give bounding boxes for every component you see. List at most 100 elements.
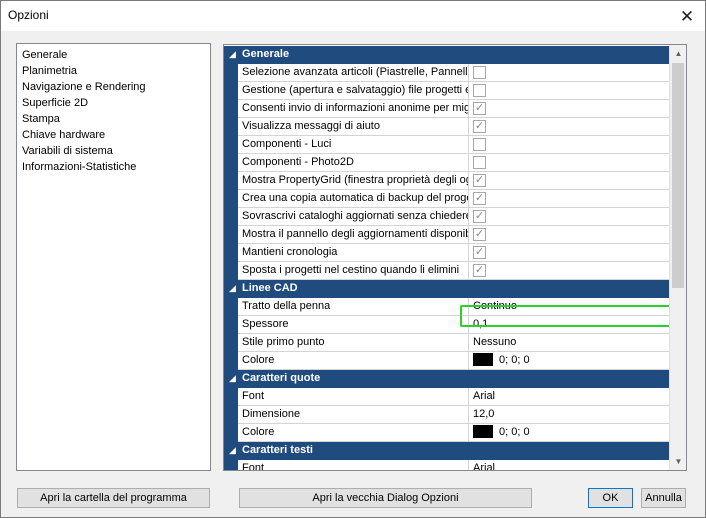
property-name: Sovrascrivi cataloghi aggiornati senza c… [238, 208, 469, 225]
property-row[interactable]: Spessore 0,1 [238, 316, 670, 334]
property-row[interactable]: Mostra PropertyGrid (finestra proprietà … [238, 172, 670, 190]
vertical-scrollbar[interactable]: ▲ ▼ [669, 45, 686, 470]
property-checkbox[interactable] [473, 138, 486, 151]
nav-item-chiave-hardware[interactable]: Chiave hardware [22, 127, 105, 143]
property-grid-rows: ◢ Generale Selezione avanzata articoli (… [224, 45, 670, 470]
property-row[interactable]: Stile primo punto Nessuno [238, 334, 670, 352]
property-name: Tratto della penna [238, 298, 469, 315]
row-gutter [224, 388, 238, 442]
property-name: Stile primo punto [238, 334, 469, 351]
row-gutter [224, 64, 238, 280]
property-checkbox[interactable]: ✓ [473, 102, 486, 115]
cancel-button[interactable]: Annulla [641, 488, 686, 508]
nav-item-informazioni-statistiche[interactable]: Informazioni-Statistiche [22, 159, 136, 175]
property-checkbox[interactable]: ✓ [473, 246, 486, 259]
property-row[interactable]: Tratto della penna Continuo [238, 298, 670, 316]
property-row[interactable]: Visualizza messaggi di aiuto ✓ [238, 118, 670, 136]
nav-item-navigazione-rendering[interactable]: Navigazione e Rendering [22, 79, 146, 95]
property-checkbox[interactable]: ✓ [473, 120, 486, 133]
row-gutter [224, 298, 238, 370]
property-row[interactable]: Colore 0; 0; 0 [238, 424, 670, 442]
property-name: Visualizza messaggi di aiuto [238, 118, 469, 135]
category-linee-cad[interactable]: ◢ Linee CAD [224, 280, 670, 298]
property-row[interactable]: Selezione avanzata articoli (Piastrelle,… [238, 64, 670, 82]
property-checkbox[interactable]: ✓ [473, 192, 486, 205]
property-row[interactable]: Mantieni cronologia ✓ [238, 244, 670, 262]
row-gutter [224, 460, 238, 470]
property-name: Componenti - Luci [238, 136, 469, 153]
property-checkbox[interactable] [473, 84, 486, 97]
window-title: Opzioni [8, 8, 49, 22]
property-value[interactable]: Arial [470, 460, 670, 470]
property-value[interactable]: Nessuno [470, 334, 670, 351]
category-label: Caratteri testi [242, 444, 313, 456]
options-category-list: Generale Planimetria Navigazione e Rende… [16, 43, 211, 471]
property-checkbox[interactable]: ✓ [473, 210, 486, 223]
nav-item-stampa[interactable]: Stampa [22, 111, 60, 127]
property-name: Mostra il pannello degli aggiornamenti d… [238, 226, 469, 243]
property-row[interactable]: Sovrascrivi cataloghi aggiornati senza c… [238, 208, 670, 226]
property-name: Gestione (apertura e salvataggio) file p… [238, 82, 469, 99]
property-row[interactable]: Componenti - Luci [238, 136, 670, 154]
nav-item-superficie-2d[interactable]: Superficie 2D [22, 95, 88, 111]
property-value[interactable]: Continuo [470, 298, 670, 315]
property-value[interactable]: Arial [470, 388, 670, 405]
collapse-icon[interactable]: ◢ [229, 283, 236, 294]
property-name: Font [238, 388, 469, 405]
nav-item-variabili-sistema[interactable]: Variabili di sistema [22, 143, 113, 159]
property-row[interactable]: Mostra il pannello degli aggiornamenti d… [238, 226, 670, 244]
color-value: 0; 0; 0 [499, 354, 530, 366]
property-row[interactable]: Dimensione 12,0 [238, 406, 670, 424]
property-grid: ◢ Generale Selezione avanzata articoli (… [223, 44, 687, 471]
property-name: Dimensione [238, 406, 469, 423]
open-program-folder-button[interactable]: Apri la cartella del programma [17, 488, 210, 508]
ok-button[interactable]: OK [588, 488, 633, 508]
close-button[interactable]: ✕ [669, 1, 705, 31]
category-label: Caratteri quote [242, 372, 321, 384]
property-row[interactable]: Gestione (apertura e salvataggio) file p… [238, 82, 670, 100]
property-row[interactable]: Componenti - Photo2D [238, 154, 670, 172]
nav-item-generale[interactable]: Generale [22, 47, 67, 63]
property-row[interactable]: Font Arial [238, 388, 670, 406]
property-value[interactable]: 0,1 [470, 316, 670, 333]
property-checkbox[interactable]: ✓ [473, 228, 486, 241]
options-dialog: Opzioni ✕ Generale Planimetria Navigazio… [0, 0, 706, 518]
property-value[interactable]: 12,0 [470, 406, 670, 423]
property-name: Crea una copia automatica di backup del … [238, 190, 469, 207]
property-name: Componenti - Photo2D [238, 154, 469, 171]
property-name: Font [238, 460, 469, 470]
property-name: Consenti invio di informazioni anonime p… [238, 100, 469, 117]
category-caratteri-testi[interactable]: ◢ Caratteri testi [224, 442, 670, 460]
property-name: Spessore [238, 316, 469, 333]
collapse-icon[interactable]: ◢ [229, 49, 236, 60]
nav-item-planimetria[interactable]: Planimetria [22, 63, 77, 79]
category-label: Linee CAD [242, 282, 298, 294]
category-generale[interactable]: ◢ Generale [224, 46, 670, 64]
scrollbar-thumb[interactable] [672, 63, 684, 288]
property-value[interactable]: 0; 0; 0 [470, 424, 670, 441]
property-row[interactable]: Colore 0; 0; 0 [238, 352, 670, 370]
collapse-icon[interactable]: ◢ [229, 373, 236, 384]
category-label: Generale [242, 48, 290, 60]
title-bar: Opzioni ✕ [1, 1, 705, 31]
open-old-dialog-button[interactable]: Apri la vecchia Dialog Opzioni [239, 488, 532, 508]
property-name: Mostra PropertyGrid (finestra proprietà … [238, 172, 469, 189]
property-row[interactable]: Font Arial [238, 460, 670, 470]
property-name: Selezione avanzata articoli (Piastrelle,… [238, 64, 469, 81]
scroll-down-icon[interactable]: ▼ [670, 453, 686, 470]
color-swatch [473, 352, 493, 366]
property-name: Colore [238, 424, 469, 441]
collapse-icon[interactable]: ◢ [229, 445, 236, 456]
property-checkbox[interactable] [473, 156, 486, 169]
property-name: Colore [238, 352, 469, 369]
property-row[interactable]: Consenti invio di informazioni anonime p… [238, 100, 670, 118]
color-swatch [473, 424, 493, 438]
property-checkbox[interactable] [473, 66, 486, 79]
property-checkbox[interactable]: ✓ [473, 174, 486, 187]
category-caratteri-quote[interactable]: ◢ Caratteri quote [224, 370, 670, 388]
property-checkbox[interactable]: ✓ [473, 264, 486, 277]
property-row[interactable]: Crea una copia automatica di backup del … [238, 190, 670, 208]
scroll-up-icon[interactable]: ▲ [670, 45, 686, 62]
property-row[interactable]: Sposta i progetti nel cestino quando li … [238, 262, 670, 280]
property-value[interactable]: 0; 0; 0 [470, 352, 670, 369]
